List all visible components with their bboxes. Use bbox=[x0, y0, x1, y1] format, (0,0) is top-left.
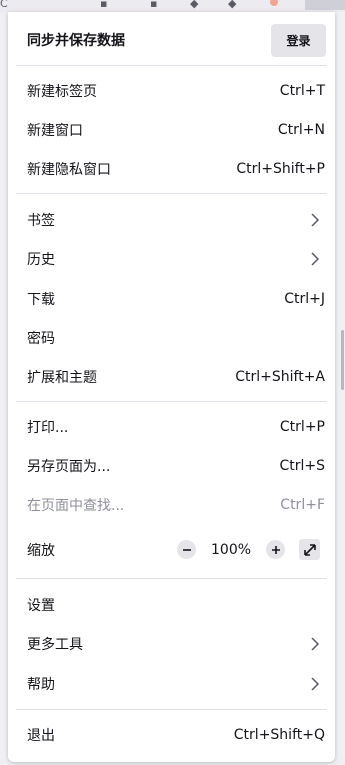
toolbar-fragment-icon: ▪ bbox=[100, 0, 108, 10]
menu-item-passwords[interactable]: 密码 bbox=[8, 318, 335, 357]
toolbar-fragment-icon: ▪ bbox=[150, 0, 158, 10]
menu-separator bbox=[16, 401, 327, 402]
menu-item-shortcut: Ctrl+Shift+P bbox=[236, 160, 325, 177]
app-menu-button[interactable] bbox=[305, 0, 345, 10]
zoom-level[interactable]: 100% bbox=[211, 542, 251, 558]
menu-item-shortcut: Ctrl+N bbox=[277, 121, 325, 138]
menu-item-zoom: 缩放 100% bbox=[8, 530, 335, 569]
menu-item-label: 新建隐私窗口 bbox=[27, 161, 111, 178]
menu-item-shortcut: Ctrl+F bbox=[280, 496, 325, 513]
menu-item-more-tools[interactable]: 更多工具 bbox=[8, 624, 335, 663]
zoom-out-icon bbox=[182, 548, 191, 551]
menu-separator bbox=[16, 578, 327, 579]
menu-item-new-tab[interactable]: 新建标签页 Ctrl+T bbox=[8, 71, 335, 110]
menu-item-shortcut: Ctrl+T bbox=[279, 82, 325, 99]
fullscreen-icon bbox=[303, 543, 316, 556]
menu-item-help[interactable]: 帮助 bbox=[8, 664, 335, 703]
menu-item-label: 扩展和主题 bbox=[27, 369, 97, 386]
menu-item-new-window[interactable]: 新建窗口 Ctrl+N bbox=[8, 110, 335, 149]
fullscreen-button[interactable] bbox=[299, 539, 320, 560]
chevron-right-icon bbox=[311, 676, 320, 691]
menu-item-label: 设置 bbox=[27, 597, 55, 614]
menu-separator bbox=[16, 193, 327, 194]
zoom-out-button[interactable] bbox=[177, 540, 196, 559]
menu-item-settings[interactable]: 设置 bbox=[8, 585, 335, 624]
menu-item-shortcut: Ctrl+Shift+A bbox=[235, 368, 325, 385]
zoom-in-button[interactable] bbox=[266, 540, 285, 559]
chevron-right-icon bbox=[311, 636, 320, 651]
menu-item-shortcut: Ctrl+Shift+Q bbox=[233, 726, 325, 743]
menu-item-label: 历史 bbox=[27, 251, 55, 268]
menu-item-print[interactable]: 打印... Ctrl+P bbox=[8, 407, 335, 446]
menu-item-label: 下载 bbox=[27, 291, 55, 308]
menu-item-new-private-window[interactable]: 新建隐私窗口 Ctrl+Shift+P bbox=[8, 149, 335, 188]
toolbar-fragment-icon: ◆ bbox=[228, 0, 237, 10]
toolbar-fragment-icon: C bbox=[0, 0, 8, 10]
menu-item-bookmarks[interactable]: 书签 bbox=[8, 200, 335, 239]
menu-item-save-page-as[interactable]: 另存页面为... Ctrl+S bbox=[8, 446, 335, 485]
menu-item-label: 新建窗口 bbox=[27, 122, 83, 139]
menu-item-history[interactable]: 历史 bbox=[8, 239, 335, 278]
menu-item-downloads[interactable]: 下载 Ctrl+J bbox=[8, 279, 335, 318]
menu-separator bbox=[16, 709, 327, 710]
zoom-in-icon bbox=[271, 545, 280, 554]
chevron-right-icon bbox=[311, 212, 320, 227]
menu-item-label: 另存页面为... bbox=[27, 458, 111, 475]
menu-item-label: 更多工具 bbox=[27, 636, 83, 653]
menu-item-shortcut: Ctrl+P bbox=[279, 418, 325, 435]
sync-header: 同步并保存数据 登录 bbox=[8, 12, 335, 65]
toolbar-fragment-icon: ◆ bbox=[190, 0, 199, 10]
menu-item-quit[interactable]: 退出 Ctrl+Shift+Q bbox=[8, 715, 335, 754]
menu-item-label: 缩放 bbox=[27, 542, 55, 559]
menu-item-label: 书签 bbox=[27, 212, 55, 229]
chevron-right-icon bbox=[311, 251, 320, 266]
menu-item-shortcut: Ctrl+J bbox=[284, 290, 325, 307]
menu-item-label: 在页面中查找... bbox=[27, 497, 125, 514]
menu-item-shortcut: Ctrl+S bbox=[279, 457, 325, 474]
toolbar-strip: C ▪ ▪ ◆ ◆ bbox=[0, 0, 345, 12]
menu-item-label: 帮助 bbox=[27, 676, 55, 693]
menu-separator bbox=[16, 65, 327, 66]
sync-title: 同步并保存数据 bbox=[27, 33, 125, 49]
menu-item-label: 打印... bbox=[27, 419, 69, 436]
page-scrollbar[interactable] bbox=[341, 330, 344, 390]
menu-item-find-in-page: 在页面中查找... Ctrl+F bbox=[8, 485, 335, 524]
menu-item-label: 退出 bbox=[27, 727, 55, 744]
account-avatar-icon[interactable] bbox=[270, 0, 278, 6]
menu-item-label: 新建标签页 bbox=[27, 83, 97, 100]
login-button[interactable]: 登录 bbox=[271, 24, 326, 57]
menu-item-label: 密码 bbox=[27, 330, 55, 347]
app-menu-panel: 同步并保存数据 登录 新建标签页 Ctrl+T 新建窗口 Ctrl+N 新建隐私… bbox=[8, 12, 335, 762]
menu-item-addons-themes[interactable]: 扩展和主题 Ctrl+Shift+A bbox=[8, 357, 335, 396]
